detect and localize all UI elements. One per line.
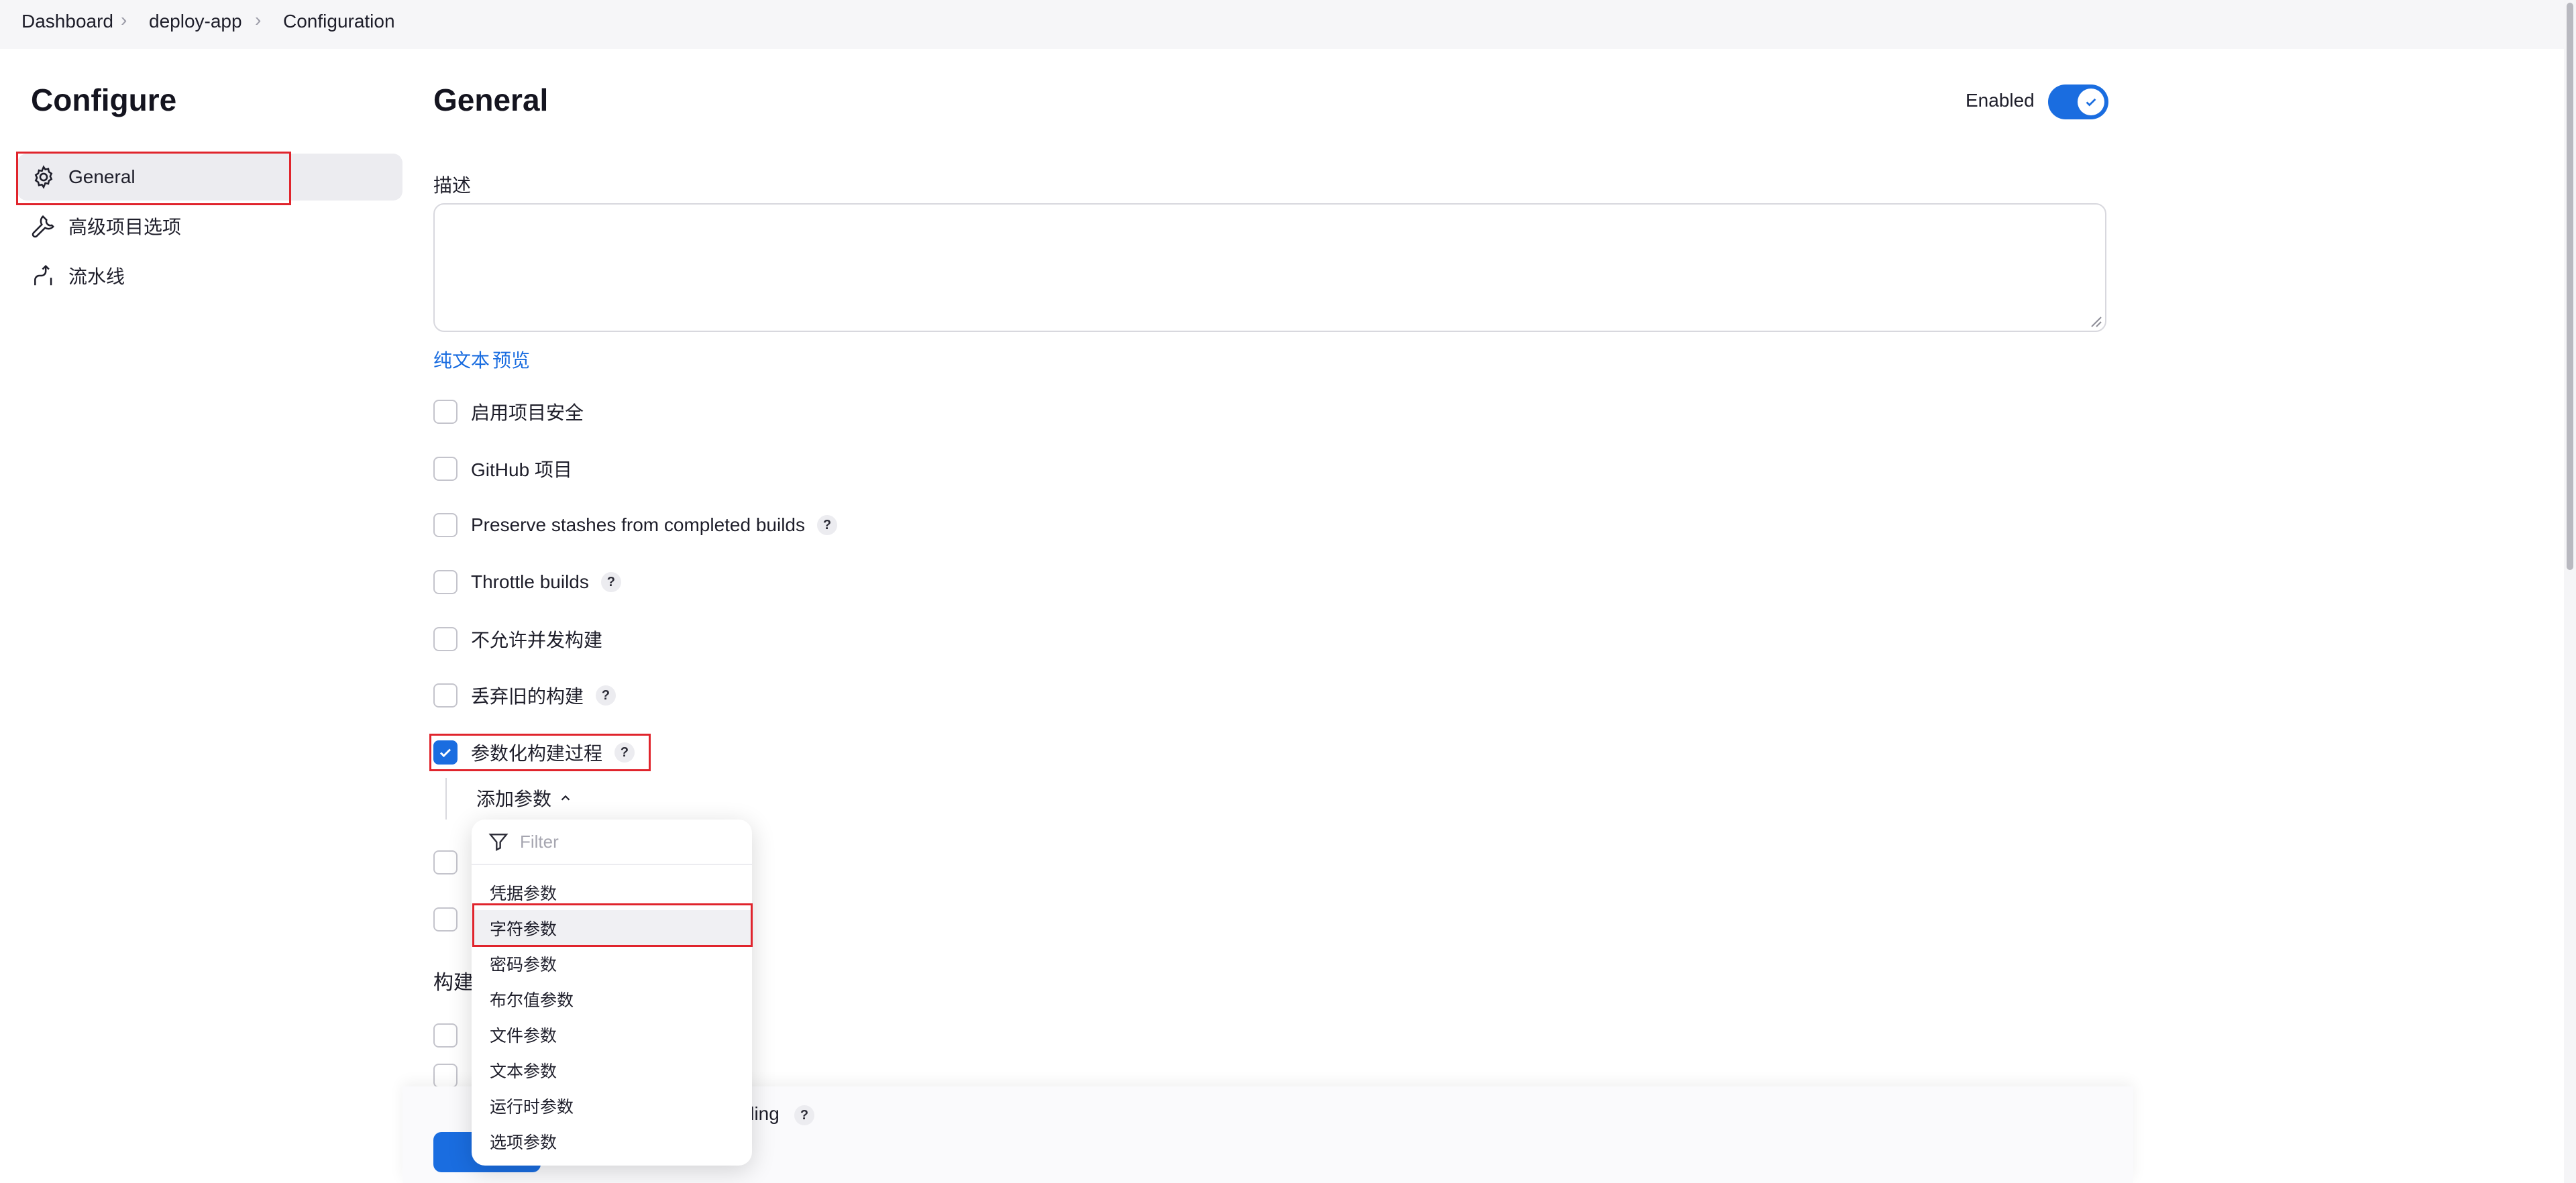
- sidebar-item-advanced[interactable]: 高级项目选项: [31, 203, 181, 249]
- dropdown-item-boolean[interactable]: 布尔值参数: [472, 981, 752, 1017]
- annotation-box-parameterized: [429, 734, 651, 771]
- parameter-indent-line: [445, 778, 447, 820]
- toggle-knob: [2078, 89, 2104, 115]
- dropdown-item-choice[interactable]: 选项参数: [472, 1123, 752, 1159]
- enabled-toggle[interactable]: [2048, 84, 2108, 119]
- scrollbar-thumb[interactable]: [2567, 3, 2573, 570]
- option-throttle-builds[interactable]: Throttle builds ?: [433, 565, 621, 599]
- option-label: 不允许并发构建: [471, 630, 603, 651]
- sidebar-title: Configure: [31, 82, 177, 117]
- option-no-concurrent[interactable]: 不允许并发构建: [433, 622, 602, 656]
- help-icon[interactable]: ?: [794, 1105, 814, 1125]
- add-parameter-button[interactable]: 添加参数: [476, 783, 573, 813]
- breadcrumb-project[interactable]: deploy-app: [149, 11, 242, 32]
- pipeline-icon: [34, 264, 52, 286]
- dropdown-item-text[interactable]: 文本参数: [472, 1052, 752, 1088]
- breadcrumb-configuration: Configuration: [283, 11, 395, 32]
- sidebar-item-label: 流水线: [68, 266, 125, 287]
- checkbox[interactable]: [433, 457, 458, 481]
- sidebar-item-pipeline[interactable]: 流水线: [31, 252, 125, 299]
- option-label: Preserve stashes from completed builds: [471, 514, 805, 535]
- checkbox[interactable]: [433, 907, 458, 932]
- option-label: GitHub 项目: [471, 459, 572, 480]
- checkbox[interactable]: [433, 850, 458, 875]
- add-parameter-dropdown: 凭据参数 字符参数 密码参数 布尔值参数 文件参数 文本参数 运行时参数 选项参…: [472, 820, 752, 1166]
- checkbox[interactable]: [433, 1023, 458, 1048]
- filter-input[interactable]: [519, 830, 722, 853]
- checkbox[interactable]: [433, 683, 458, 708]
- help-icon[interactable]: ?: [817, 515, 837, 535]
- description-textarea[interactable]: [433, 203, 2106, 332]
- option-discard-old[interactable]: 丢弃旧的构建 ?: [433, 679, 616, 712]
- option-label: 丢弃旧的构建: [471, 686, 584, 707]
- option-label: Throttle builds: [471, 571, 589, 592]
- option-project-security[interactable]: 启用项目安全: [433, 395, 584, 429]
- filter-icon: [488, 834, 508, 851]
- option-preserve-stashes[interactable]: Preserve stashes from completed builds ?: [433, 508, 837, 542]
- checkbox[interactable]: [433, 400, 458, 424]
- dropdown-item-password[interactable]: 密码参数: [472, 946, 752, 981]
- option-label: 启用项目安全: [471, 402, 584, 423]
- checkbox[interactable]: [433, 1064, 458, 1088]
- add-parameter-label: 添加参数: [476, 789, 552, 809]
- check-icon: [2086, 98, 2096, 107]
- annotation-box-string-param: [472, 903, 753, 947]
- chevron-up-icon: [561, 795, 570, 801]
- checkbox[interactable]: [433, 627, 458, 651]
- breadcrumb-dashboard[interactable]: Dashboard: [21, 11, 113, 32]
- dropdown-item-runtime[interactable]: 运行时参数: [472, 1088, 752, 1123]
- plain-text-link[interactable]: 纯文本: [433, 346, 490, 373]
- build-triggers-heading: 构建: [433, 972, 474, 994]
- page-title: General: [433, 82, 549, 117]
- description-label: 描述: [433, 175, 472, 196]
- sidebar-item-label: 高级项目选项: [68, 217, 182, 237]
- annotation-box-general: [16, 152, 291, 205]
- help-icon[interactable]: ?: [600, 572, 621, 592]
- chevron-right-icon: ›: [121, 9, 127, 30]
- enabled-label: Enabled: [1966, 90, 2035, 111]
- option-github-project[interactable]: GitHub 项目: [433, 452, 572, 486]
- chevron-right-icon: ›: [255, 9, 262, 30]
- preview-link[interactable]: 预览: [492, 346, 530, 373]
- wrench-icon: [32, 215, 54, 238]
- checkbox[interactable]: [433, 513, 458, 537]
- dropdown-item-file[interactable]: 文件参数: [472, 1017, 752, 1052]
- resize-grip-icon[interactable]: [2086, 312, 2102, 328]
- filter-row: [472, 820, 752, 865]
- checkbox[interactable]: [433, 570, 458, 594]
- help-icon[interactable]: ?: [596, 685, 616, 706]
